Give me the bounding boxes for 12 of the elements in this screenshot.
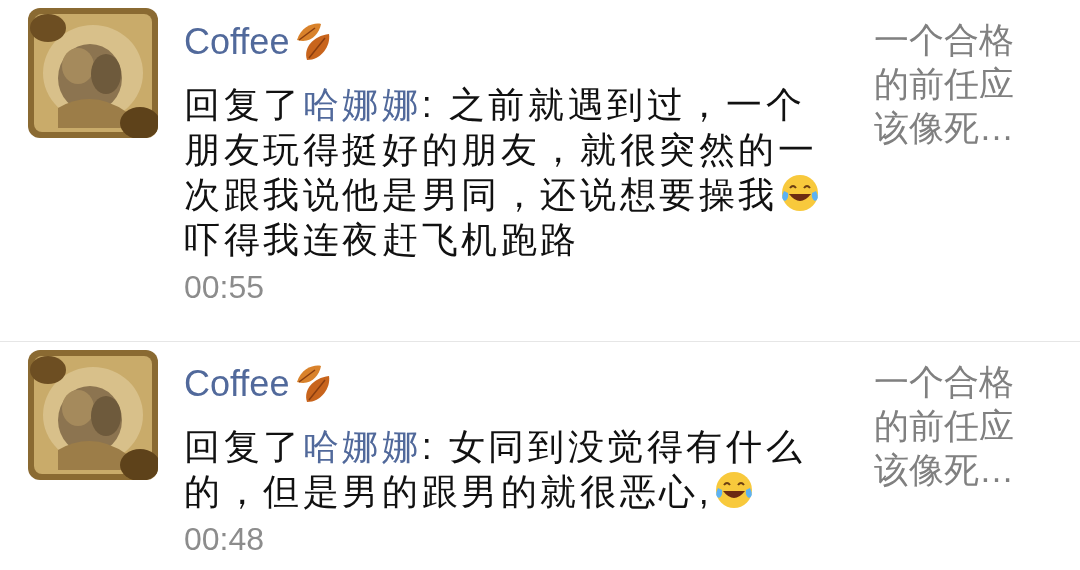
user-name[interactable]: Coffee: [184, 24, 290, 60]
laughing-crying-emoji-icon: [714, 470, 755, 510]
timestamp: 00:55: [184, 270, 265, 306]
user-name[interactable]: Coffee: [184, 366, 290, 402]
laughing-crying-emoji-icon: [780, 173, 820, 213]
original-post-preview[interactable]: 一个合格的前任应该像死…: [874, 360, 1024, 570]
timestamp: 00:48: [184, 522, 265, 558]
reply-message: 回复了 哈娜娜: 之前就遇到过，一个朋友玩得挺好的朋友，就很突然的一次跟我说他是男同，还说想要操我 吓得我连夜赶飞机跑路: [184, 83, 821, 262]
user-link[interactable]: 哈娜娜: [302, 426, 422, 467]
reply-message: 回复了 哈娜娜: 女同到没觉得有什么的，但是男的跟男的就很恶心,: [184, 425, 807, 514]
user-link[interactable]: 哈娜娜: [302, 84, 422, 125]
original-post-preview[interactable]: 一个合格的前任应该像死…: [874, 18, 1024, 341]
